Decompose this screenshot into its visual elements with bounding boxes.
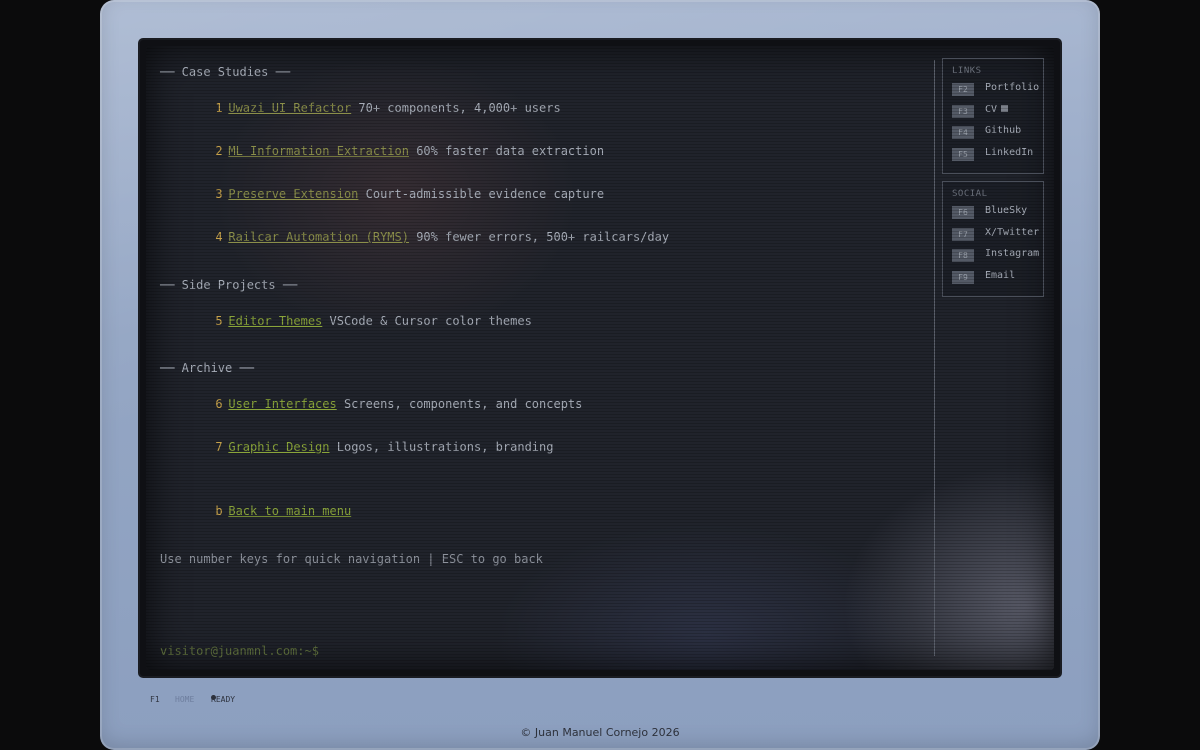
menu-item-number: 5 xyxy=(215,314,223,328)
fkey-badge: F2 xyxy=(952,83,974,96)
back-menu-item[interactable]: b Back to main menu xyxy=(172,490,351,532)
menu-link-preserve-extension[interactable]: Preserve Extension xyxy=(228,187,358,201)
fkey-badge: F5 xyxy=(952,147,974,161)
menu-item-number: 3 xyxy=(215,187,223,201)
social-label[interactable]: Instagram xyxy=(985,248,1039,259)
menu-item-number: 1 xyxy=(215,101,223,115)
menu-item-6[interactable]: 6 User Interfaces Screens, components, an… xyxy=(172,383,582,425)
section-heading-archive: ── Archive ── xyxy=(160,361,254,375)
document-icon xyxy=(1001,105,1009,112)
link-portfolio[interactable]: F2 Portfolio xyxy=(943,79,1043,101)
social-label[interactable]: BlueSky xyxy=(985,205,1027,216)
menu-item-5[interactable]: 5 Editor Themes VSCode & Cursor color the… xyxy=(172,300,532,342)
menu-item-description: 60% faster data extraction xyxy=(408,144,605,158)
menu-item-number: 4 xyxy=(215,230,223,244)
link-linkedin[interactable]: F5 LinkedIn xyxy=(943,144,1043,166)
menu-item-4[interactable]: 4 Railcar Automation (RYMS) 90% fewer err… xyxy=(172,216,669,258)
status-mode: HOME xyxy=(175,695,195,704)
status-f1-key[interactable]: F1 xyxy=(150,695,160,704)
social-panel: SOCIAL F6 BlueSky F7 X/Twitter F8 Instag… xyxy=(942,181,1044,297)
menu-item-description: 90% fewer errors, 500+ railcars/day xyxy=(408,230,670,244)
social-panel-title: SOCIAL xyxy=(952,189,988,199)
menu-link-railcar-automation[interactable]: Railcar Automation (RYMS) xyxy=(228,230,409,244)
menu-item-description: Court-admissible evidence capture xyxy=(358,187,605,201)
menu-item-description: Logos, illustrations, branding xyxy=(329,440,554,454)
footer-copyright: © Juan Manuel Cornejo 2026 xyxy=(520,726,680,739)
links-panel: LINKS F2 Portfolio F3 CV F4 Github F5 Li… xyxy=(942,58,1044,174)
terminal-screen: ── Case Studies ── 1 Uwazi UI Refactor 70… xyxy=(146,46,1054,670)
menu-item-3[interactable]: 3 Preserve Extension Court-admissible evi… xyxy=(172,173,604,215)
fkey-badge: F4 xyxy=(952,126,974,139)
link-label[interactable]: Portfolio xyxy=(985,82,1039,93)
link-cv[interactable]: F3 CV xyxy=(943,101,1043,123)
terminal-output: ── Case Studies ── 1 Uwazi UI Refactor 70… xyxy=(160,46,930,670)
link-label: CV xyxy=(985,103,998,115)
fkey-badge: F7 xyxy=(952,227,974,241)
fkey-badge: F9 xyxy=(952,270,974,284)
menu-link-user-interfaces[interactable]: User Interfaces xyxy=(228,397,336,411)
menu-link-graphic-design[interactable]: Graphic Design xyxy=(228,440,329,454)
menu-item-description: Screens, components, and concepts xyxy=(336,397,583,411)
social-email[interactable]: F9 Email xyxy=(943,267,1043,289)
sidebar-divider xyxy=(934,60,935,656)
fkey-badge: F6 xyxy=(952,206,974,219)
back-key: b xyxy=(215,504,223,518)
social-instagram[interactable]: F8 Instagram xyxy=(943,245,1043,267)
shell-prompt[interactable]: visitor@juanmnl.com:~$ xyxy=(160,644,319,658)
menu-item-2[interactable]: 2 ML Information Extraction 60% faster da… xyxy=(172,130,604,172)
status-ready-label: READY xyxy=(211,695,236,704)
fkey-badge: F8 xyxy=(952,249,974,262)
menu-item-description: 70+ components, 4,000+ users xyxy=(351,101,561,115)
menu-item-number: 2 xyxy=(215,144,223,158)
link-label-cv[interactable]: CV xyxy=(985,103,1009,115)
link-label[interactable]: LinkedIn xyxy=(985,147,1033,158)
section-heading-side-projects: ── Side Projects ── xyxy=(160,278,298,292)
section-heading-case-studies: ── Case Studies ── xyxy=(160,65,291,79)
link-github[interactable]: F4 Github xyxy=(943,122,1043,144)
social-bluesky[interactable]: F6 BlueSky xyxy=(943,202,1043,224)
navigation-hint: Use number keys for quick navigation | E… xyxy=(160,552,543,566)
social-x-twitter[interactable]: F7 X/Twitter xyxy=(943,224,1043,246)
menu-item-7[interactable]: 7 Graphic Design Logos, illustrations, br… xyxy=(172,426,553,468)
menu-link-editor-themes[interactable]: Editor Themes xyxy=(228,314,322,328)
fkey-badge: F3 xyxy=(952,104,974,118)
links-panel-title: LINKS xyxy=(952,66,982,76)
social-label[interactable]: Email xyxy=(985,270,1015,281)
menu-link-ml-information-extraction[interactable]: ML Information Extraction xyxy=(228,144,409,158)
menu-item-description: VSCode & Cursor color themes xyxy=(322,314,532,328)
menu-item-1[interactable]: 1 Uwazi UI Refactor 70+ components, 4,000… xyxy=(172,87,561,129)
link-label[interactable]: Github xyxy=(985,125,1021,136)
social-label[interactable]: X/Twitter xyxy=(985,227,1039,238)
back-to-main-menu-link[interactable]: Back to main menu xyxy=(228,504,351,518)
menu-item-number: 6 xyxy=(215,397,223,411)
menu-item-number: 7 xyxy=(215,440,223,454)
menu-link-uwazi-ui-refactor[interactable]: Uwazi UI Refactor xyxy=(228,101,351,115)
